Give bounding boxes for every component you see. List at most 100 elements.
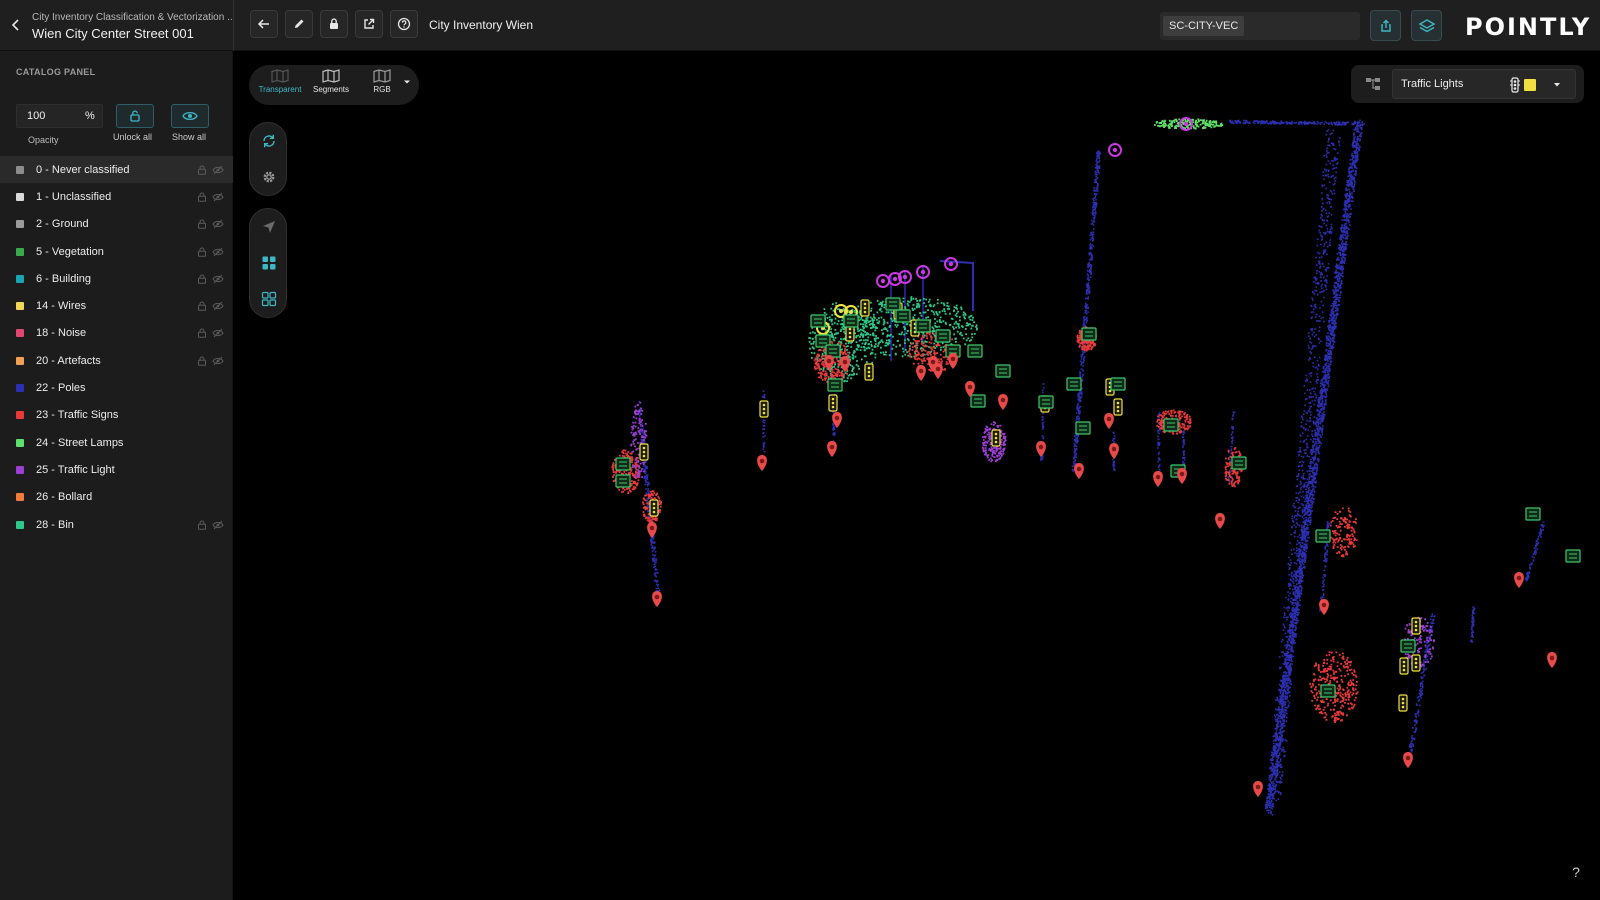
selection-tool-group <box>249 208 287 318</box>
class-row[interactable]: 0 - Never classified <box>0 156 233 184</box>
class-color-swatch <box>16 438 24 447</box>
layer-color-swatch[interactable] <box>1524 79 1536 91</box>
class-row[interactable]: 23 - Traffic Signs <box>0 402 233 429</box>
class-row[interactable]: 5 - Vegetation <box>0 238 233 265</box>
layers-button[interactable] <box>1411 10 1442 41</box>
class-color-swatch <box>16 274 24 283</box>
hierarchy-icon[interactable] <box>1365 76 1381 92</box>
traffic-sign-icon <box>1525 507 1541 521</box>
eye-off-icon[interactable] <box>212 520 224 530</box>
point-cloud-scene[interactable] <box>233 51 1600 900</box>
settings-button[interactable] <box>259 167 279 187</box>
class-row[interactable]: 24 - Street Lamps <box>0 429 233 456</box>
traffic-light-lamp <box>642 450 646 454</box>
layer-dropdown[interactable]: Traffic Lights <box>1392 69 1576 99</box>
eye-off-icon[interactable] <box>212 301 224 311</box>
app-window: City Inventory Classification & Vectoriz… <box>0 0 1600 900</box>
class-row[interactable]: 2 - Ground <box>0 211 233 238</box>
opacity-input[interactable]: 100 % <box>16 104 103 128</box>
lock-icon[interactable] <box>197 274 207 284</box>
point-cloud-viewport[interactable]: Transparent Segments RGB Traffic Lights … <box>233 51 1600 900</box>
class-color-swatch <box>16 384 24 393</box>
class-row[interactable]: 26 - Bollard <box>0 484 233 511</box>
lock-icon[interactable] <box>197 165 207 175</box>
traffic-light-lamp <box>867 374 871 378</box>
map-icon <box>373 69 391 83</box>
street-lamp-points <box>1154 118 1224 130</box>
class-color-swatch <box>16 329 24 338</box>
class-row[interactable]: 20 - Artefacts <box>0 347 233 374</box>
lock-icon[interactable] <box>197 520 207 530</box>
help-question-button[interactable]: ? <box>1566 862 1586 882</box>
street-lamp-center <box>892 276 898 282</box>
class-row[interactable]: 18 - Noise <box>0 320 233 347</box>
mode-segments[interactable]: Segments <box>308 69 354 101</box>
traffic-sign-icon <box>810 314 826 328</box>
lock-icon[interactable] <box>197 219 207 230</box>
grid-filled-icon <box>262 256 276 270</box>
grid-outline-button[interactable] <box>259 289 279 309</box>
unlock-all-button[interactable] <box>116 104 154 128</box>
lock-icon[interactable] <box>197 356 207 366</box>
traffic-light-lamp <box>1402 664 1406 668</box>
project-code-field[interactable]: SC-CITY-VEC <box>1160 12 1360 40</box>
opacity-value[interactable]: 100 <box>27 110 45 122</box>
caret-down-icon[interactable] <box>402 77 412 87</box>
eye-off-icon[interactable] <box>212 219 224 229</box>
mode-label-rgb: RGB <box>373 85 391 94</box>
eye-off-icon[interactable] <box>212 192 224 202</box>
class-list: 0 - Never classified 1 - Unclassified 2 - … <box>0 156 233 538</box>
undo-button[interactable] <box>250 10 278 38</box>
eye-off-icon[interactable] <box>212 356 224 366</box>
traffic-sign-icon <box>895 309 911 323</box>
lock-icon[interactable] <box>197 247 207 257</box>
show-all-button[interactable] <box>171 104 209 128</box>
navigate-button[interactable] <box>259 217 279 237</box>
traffic-light-lamp <box>848 331 852 335</box>
lock-button[interactable] <box>320 10 348 38</box>
eye-off-icon[interactable] <box>212 274 224 284</box>
class-label: 22 - Poles <box>36 382 86 395</box>
class-label: 1 - Unclassified <box>36 190 112 203</box>
eye-off-icon[interactable] <box>212 165 224 175</box>
wire-points <box>1229 119 1365 126</box>
traffic-light-lamp <box>831 397 835 401</box>
share-button[interactable] <box>1370 10 1401 41</box>
dataset-name: City Inventory Wien <box>429 18 534 32</box>
class-row[interactable]: 25 - Traffic Light <box>0 456 233 483</box>
help-button[interactable] <box>390 10 418 38</box>
mode-rgb[interactable]: RGB <box>359 69 405 101</box>
eye-off-icon[interactable] <box>212 328 224 338</box>
class-row[interactable]: 1 - Unclassified <box>0 183 233 210</box>
traffic-light-lamp <box>762 403 766 407</box>
class-label: 18 - Noise <box>36 327 87 340</box>
layer-selector: Traffic Lights <box>1351 65 1584 103</box>
panel-title: CATALOG PANEL <box>16 67 96 77</box>
export-button[interactable] <box>355 10 383 38</box>
traffic-light-lamp <box>652 510 656 514</box>
traffic-sign-icon <box>1081 327 1097 341</box>
gear-icon <box>263 171 275 183</box>
class-row[interactable]: 28 - Bin <box>0 511 233 538</box>
traffic-sign-points <box>1329 507 1358 558</box>
grid-select-button[interactable] <box>259 253 279 273</box>
class-row[interactable]: 6 - Building <box>0 265 233 292</box>
reset-view-button[interactable] <box>259 131 279 151</box>
lock-icon[interactable] <box>197 192 207 202</box>
class-color-swatch <box>16 165 24 174</box>
traffic-light-lamp <box>1414 665 1418 669</box>
traffic-sign-icon <box>1565 549 1581 563</box>
lock-icon[interactable] <box>197 328 207 339</box>
edit-button[interactable] <box>285 10 313 38</box>
location-pin-dot <box>1549 655 1555 661</box>
class-row[interactable]: 22 - Poles <box>0 374 233 401</box>
mode-transparent[interactable]: Transparent <box>257 69 303 101</box>
opacity-unit: % <box>85 110 95 122</box>
pole-points <box>762 390 766 453</box>
eye-off-icon[interactable] <box>212 247 224 257</box>
class-row[interactable]: 14 - Wires <box>0 292 233 319</box>
grid-outline-icon <box>261 291 277 307</box>
location-pin-dot <box>842 359 848 365</box>
back-icon[interactable] <box>6 15 26 35</box>
lock-icon[interactable] <box>197 301 207 311</box>
